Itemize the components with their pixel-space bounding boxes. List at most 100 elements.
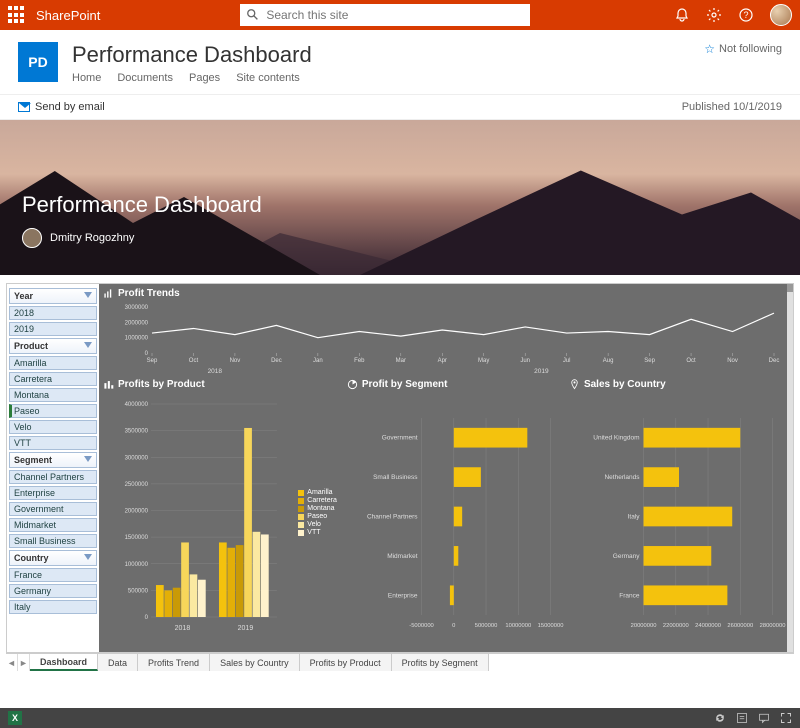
command-bar: Send by email Published 10/1/2019 <box>0 94 800 120</box>
chart-trends-title: Profit Trends <box>103 288 787 299</box>
hero-banner: Performance Dashboard Dmitry Rogozhny <box>0 120 800 275</box>
sheet-tab-country[interactable]: Sales by Country <box>210 654 300 671</box>
sales-by-country-chart[interactable]: 2000000022000000240000002600000028000000… <box>569 390 787 635</box>
svg-text:1000000: 1000000 <box>125 336 149 342</box>
comments-icon[interactable] <box>758 712 770 724</box>
slicer-product-item[interactable]: Paseo <box>9 404 97 418</box>
slicer-country-header[interactable]: Country <box>9 550 97 566</box>
svg-text:28000000: 28000000 <box>760 623 786 629</box>
nav-home[interactable]: Home <box>72 72 101 84</box>
author-name: Dmitry Rogozhny <box>50 232 134 244</box>
svg-text:Midmarket: Midmarket <box>387 553 418 560</box>
svg-text:0: 0 <box>145 615 149 621</box>
svg-text:Jul: Jul <box>563 358 571 364</box>
slicer-year-item[interactable]: 2018 <box>9 306 97 320</box>
slicer-country-item[interactable]: France <box>9 568 97 582</box>
mountain-right-icon <box>360 165 800 275</box>
status-bar: X <box>0 708 800 728</box>
nav-pages[interactable]: Pages <box>189 72 220 84</box>
slicer-segment-item[interactable]: Enterprise <box>9 486 97 500</box>
svg-text:1500000: 1500000 <box>125 535 149 541</box>
slicer-product-item[interactable]: Amarilla <box>9 356 97 370</box>
sheet-tab-data[interactable]: Data <box>98 654 138 671</box>
suite-bar: SharePoint ? <box>0 0 800 30</box>
info-icon[interactable] <box>736 712 748 724</box>
embed-scrollbar[interactable] <box>787 284 793 652</box>
svg-text:24000000: 24000000 <box>695 623 721 629</box>
svg-text:Jan: Jan <box>313 358 323 364</box>
svg-text:4000000: 4000000 <box>125 402 149 408</box>
profit-by-segment-chart[interactable]: -5000000050000001000000015000000Governme… <box>347 390 565 635</box>
slicer-segment-item[interactable]: Channel Partners <box>9 470 97 484</box>
slicer-segment-header[interactable]: Segment <box>9 452 97 468</box>
app-launcher-icon[interactable] <box>8 6 26 24</box>
excel-icon[interactable]: X <box>8 711 22 725</box>
user-avatar[interactable] <box>770 4 792 26</box>
slicer-product-item[interactable]: Montana <box>9 388 97 402</box>
notifications-icon[interactable] <box>674 7 690 23</box>
svg-text:3000000: 3000000 <box>125 305 149 311</box>
search-input[interactable] <box>266 8 524 22</box>
slicer-year-header[interactable]: Year <box>9 288 97 304</box>
site-header: PD Performance Dashboard Home Documents … <box>0 30 800 84</box>
svg-text:10000000: 10000000 <box>505 623 531 629</box>
sheet-tab-trend[interactable]: Profits Trend <box>138 654 210 671</box>
svg-text:Nov: Nov <box>727 358 738 364</box>
slicer-country-item[interactable]: Germany <box>9 584 97 598</box>
filter-icon <box>84 554 92 562</box>
help-icon[interactable]: ? <box>738 7 754 23</box>
svg-text:2000000: 2000000 <box>125 509 149 515</box>
svg-text:20000000: 20000000 <box>631 623 657 629</box>
slicer-segment-item[interactable]: Small Business <box>9 534 97 548</box>
site-nav: Home Documents Pages Site contents <box>72 72 312 84</box>
search-icon <box>246 8 260 22</box>
svg-text:Sep: Sep <box>147 358 158 364</box>
refresh-icon[interactable] <box>714 712 726 724</box>
nav-documents[interactable]: Documents <box>117 72 173 84</box>
fullscreen-icon[interactable] <box>780 712 792 724</box>
nav-site-contents[interactable]: Site contents <box>236 72 300 84</box>
sheet-nav-next[interactable]: ► <box>18 654 30 671</box>
svg-text:Government: Government <box>382 435 418 442</box>
slicer-segment-item[interactable]: Midmarket <box>9 518 97 532</box>
chart-product-title: Profits by Product <box>103 379 343 390</box>
sheet-tab-product[interactable]: Profits by Product <box>300 654 392 671</box>
svg-text:2019: 2019 <box>238 625 254 632</box>
map-pin-icon <box>569 379 580 390</box>
svg-text:5000000: 5000000 <box>475 623 498 629</box>
slicer-product-item[interactable]: Velo <box>9 420 97 434</box>
search-box[interactable] <box>240 4 530 26</box>
slicer-product-item[interactable]: VTT <box>9 436 97 450</box>
svg-text:Apr: Apr <box>438 358 447 364</box>
gear-icon[interactable] <box>706 7 722 23</box>
slicer-segment-item[interactable]: Government <box>9 502 97 516</box>
follow-label: Not following <box>719 43 782 55</box>
app-name: SharePoint <box>36 8 100 23</box>
svg-text:Dec: Dec <box>769 358 780 364</box>
svg-text:Dec: Dec <box>271 358 282 364</box>
dashboard-embed: Year 2018 2019 Product Amarilla Carreter… <box>0 275 800 671</box>
site-logo[interactable]: PD <box>18 42 58 82</box>
svg-text:Enterprise: Enterprise <box>388 592 418 599</box>
svg-text:3000000: 3000000 <box>125 455 149 461</box>
slicer-product-item[interactable]: Carretera <box>9 372 97 386</box>
sheet-tab-segment[interactable]: Profits by Segment <box>392 654 489 671</box>
page-title: Performance Dashboard <box>22 192 262 218</box>
follow-button[interactable]: ☆ Not following <box>704 42 782 56</box>
svg-text:Small Business: Small Business <box>373 474 418 481</box>
sheet-tab-dashboard[interactable]: Dashboard <box>30 654 98 671</box>
send-email-button[interactable]: Send by email <box>18 101 105 113</box>
product-legend: AmarillaCarreteraMontanaPaseoVeloVTT <box>298 489 337 537</box>
sheet-nav-prev[interactable]: ◄ <box>6 654 18 671</box>
svg-text:2018: 2018 <box>175 625 191 632</box>
profit-trends-chart[interactable]: 0100000020000003000000SepOctNovDecJanFeb… <box>103 303 787 375</box>
svg-text:?: ? <box>743 10 748 20</box>
charts-area: Profit Trends 0100000020000003000000SepO… <box>99 284 793 652</box>
pie-icon <box>347 379 358 390</box>
slicer-year-item[interactable]: 2019 <box>9 322 97 336</box>
svg-text:Feb: Feb <box>354 358 365 364</box>
svg-text:France: France <box>619 592 640 599</box>
slicer-country-item[interactable]: Italy <box>9 600 97 614</box>
author-avatar[interactable] <box>22 228 42 248</box>
slicer-product-header[interactable]: Product <box>9 338 97 354</box>
